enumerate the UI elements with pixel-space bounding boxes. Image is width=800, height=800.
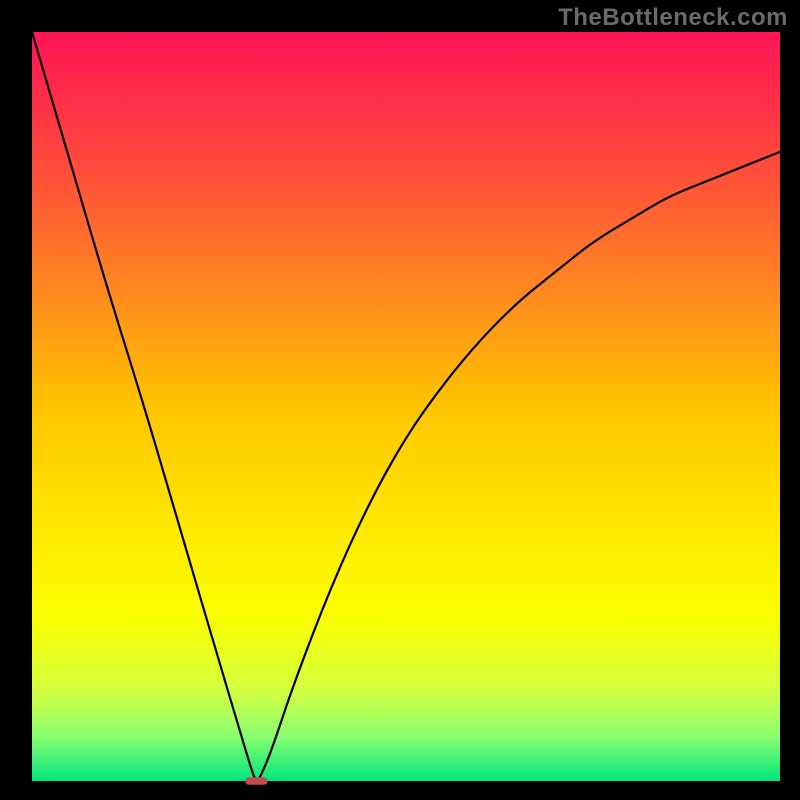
bottleneck-chart (0, 0, 800, 800)
chart-frame: TheBottleneck.com (0, 0, 800, 800)
trough-marker (245, 777, 267, 784)
watermark-text: TheBottleneck.com (558, 4, 788, 32)
